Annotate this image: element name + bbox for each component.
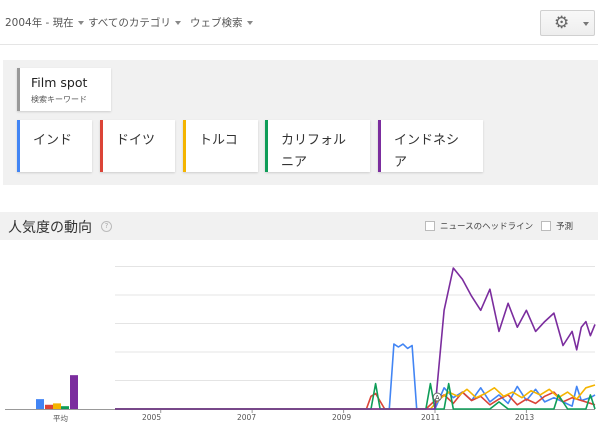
- time-range-dropdown[interactable]: 2004年 - 現在: [5, 15, 84, 30]
- time-range-label: 2004年 - 現在: [5, 17, 74, 29]
- forecast-label: 予測: [556, 222, 574, 232]
- news-headlines-checkbox[interactable]: [425, 221, 435, 231]
- location-label: ドイツ: [116, 133, 156, 148]
- comparison-panel: Film spot 検索キーワード インド ドイツ トルコ カリフォル ニア イン…: [3, 60, 598, 185]
- news-annotation-letter: A: [435, 394, 440, 402]
- search-type-label: ウェブ検索: [190, 17, 243, 29]
- location-label: カリフォル ニア: [281, 133, 347, 170]
- average-bar: [36, 399, 44, 409]
- search-term-name: Film spot: [31, 75, 88, 90]
- x-tick-label: 2005: [142, 413, 162, 422]
- trend-chart: A: [5, 266, 596, 413]
- series-line: [115, 343, 596, 410]
- location-card-indonesia[interactable]: インドネシア: [378, 120, 483, 172]
- gear-icon: ⚙: [554, 13, 570, 33]
- top-toolbar: 2004年 - 現在 すべてのカテゴリ ウェブ検索 ⚙: [0, 0, 598, 45]
- section-title: 人気度の動向: [8, 220, 92, 236]
- chevron-down-icon: [174, 21, 181, 25]
- help-icon[interactable]: ?: [101, 221, 112, 232]
- chevron-down-icon: [246, 21, 253, 25]
- location-card-india[interactable]: インド: [17, 120, 92, 172]
- average-bar: [61, 406, 69, 409]
- average-bar: [45, 404, 53, 409]
- location-card-germany[interactable]: ドイツ: [100, 120, 175, 172]
- location-label: インドネシア: [394, 133, 460, 170]
- chevron-down-icon: [583, 22, 589, 26]
- forecast-checkbox[interactable]: [541, 221, 551, 231]
- series-line: [115, 384, 596, 410]
- x-tick-label: 2011: [421, 413, 441, 422]
- series-line: [115, 267, 596, 410]
- x-tick-label: 2007: [237, 413, 257, 422]
- search-type-dropdown[interactable]: ウェブ検索: [190, 15, 253, 30]
- settings-button[interactable]: ⚙: [540, 10, 595, 36]
- news-headlines-label: ニュースのヘッドライン: [440, 222, 534, 232]
- x-tick-label: 2009: [332, 413, 352, 422]
- search-term-type: 検索キーワード: [31, 95, 87, 104]
- location-card-california[interactable]: カリフォル ニア: [265, 120, 370, 172]
- location-card-turkey[interactable]: トルコ: [183, 120, 258, 172]
- category-dropdown[interactable]: すべてのカテゴリ: [88, 15, 181, 30]
- average-bar: [53, 403, 61, 409]
- location-label: トルコ: [199, 133, 238, 148]
- location-label: インド: [33, 133, 73, 148]
- x-tick-label: 2013: [515, 413, 535, 422]
- chevron-down-icon: [77, 21, 84, 25]
- average-bar: [70, 375, 78, 409]
- search-term-card[interactable]: Film spot 検索キーワード: [17, 68, 111, 111]
- category-label: すべてのカテゴリ: [88, 17, 171, 29]
- average-label: 平均: [53, 414, 68, 423]
- interest-over-time-header: 人気度の動向 ? ニュースのヘッドライン 予測: [0, 212, 598, 240]
